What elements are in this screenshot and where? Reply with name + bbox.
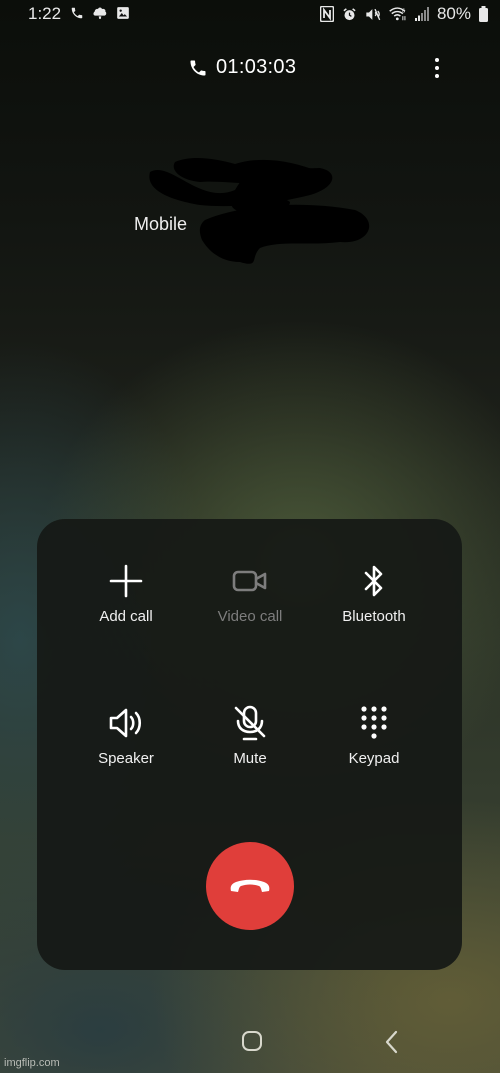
more-dot-icon xyxy=(435,58,439,62)
mute-button[interactable]: Mute xyxy=(185,705,315,796)
contact-number-type: Mobile xyxy=(134,214,188,234)
end-call-button[interactable] xyxy=(206,842,294,930)
mute-label: Mute xyxy=(233,750,267,767)
speaker-button[interactable]: Speaker xyxy=(61,706,191,796)
add-call-button[interactable]: Add call xyxy=(61,564,191,654)
more-dot-icon xyxy=(435,66,439,70)
keypad-button[interactable]: Keypad xyxy=(309,706,439,796)
nfc-icon xyxy=(319,6,334,22)
redaction-scribble xyxy=(149,157,370,264)
speaker-icon xyxy=(109,708,142,738)
bluetooth-button[interactable]: Bluetooth xyxy=(309,564,439,654)
battery-percent: 80% xyxy=(436,4,471,23)
video-call-label: Video call xyxy=(217,608,283,625)
phone-icon xyxy=(190,60,206,75)
status-bar: 1:22 6 80% xyxy=(0,0,500,28)
keypad-icon xyxy=(361,706,387,739)
call-duration: 01:03:03 xyxy=(216,56,297,78)
microphone-off-icon xyxy=(234,705,266,741)
in-call-control-panel: Add call Video call Bluetooth Speaker Mu… xyxy=(37,519,462,970)
more-dot-icon xyxy=(435,74,439,78)
phone-call-icon xyxy=(71,7,83,19)
wifi-icon: 6 xyxy=(389,7,406,21)
status-time: 1:22 xyxy=(28,4,62,23)
svg-text:6: 6 xyxy=(402,9,405,15)
back-button[interactable] xyxy=(384,1030,398,1054)
more-options-button[interactable] xyxy=(428,56,446,80)
call-header: 01:03:03 xyxy=(0,54,500,82)
video-camera-icon xyxy=(232,570,267,592)
gallery-icon xyxy=(117,7,129,19)
notification-app-icon xyxy=(93,7,107,19)
speaker-label: Speaker xyxy=(98,750,154,767)
status-notification-icons xyxy=(70,6,130,20)
watermark: imgflip.com xyxy=(4,1057,60,1069)
call-timer: 01:03:03 xyxy=(188,56,296,79)
keypad-label: Keypad xyxy=(348,750,400,767)
add-call-label: Add call xyxy=(99,608,153,625)
status-system-icons: 6 80% xyxy=(319,4,488,24)
battery-icon xyxy=(479,6,488,22)
bluetooth-icon xyxy=(364,565,383,597)
bluetooth-label: Bluetooth xyxy=(342,608,406,625)
signal-icon xyxy=(414,7,429,21)
video-call-button[interactable]: Video call xyxy=(185,564,315,654)
vibrate-mute-icon xyxy=(366,8,381,20)
alarm-icon xyxy=(343,7,356,20)
hang-up-icon xyxy=(230,879,270,892)
plus-icon xyxy=(109,564,143,598)
home-button[interactable] xyxy=(242,1031,262,1051)
